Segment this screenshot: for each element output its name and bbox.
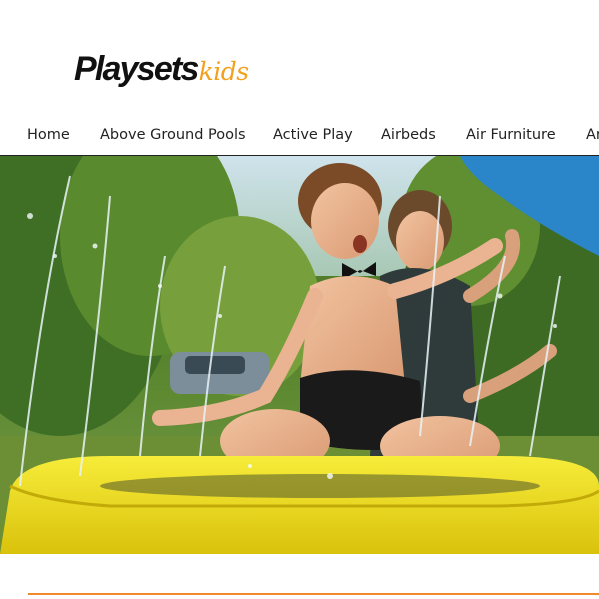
brand-logo[interactable]: Playsets kids <box>74 50 249 89</box>
hero-image <box>0 156 599 554</box>
logo-accent-text: kids <box>198 57 249 86</box>
main-nav: Home Above Ground Pools Active Play Airb… <box>0 118 599 156</box>
nav-item-above-ground-pools[interactable]: Above Ground Pools <box>100 127 246 143</box>
section-divider <box>28 593 599 595</box>
nav-item-overflow[interactable]: Ar <box>586 127 599 143</box>
nav-item-air-furniture[interactable]: Air Furniture <box>466 127 556 143</box>
nav-item-airbeds[interactable]: Airbeds <box>381 127 436 143</box>
hero-illustration <box>0 156 599 554</box>
logo-main-text: Playsets <box>74 50 199 88</box>
nav-item-active-play[interactable]: Active Play <box>273 127 353 143</box>
nav-item-home[interactable]: Home <box>27 127 70 143</box>
